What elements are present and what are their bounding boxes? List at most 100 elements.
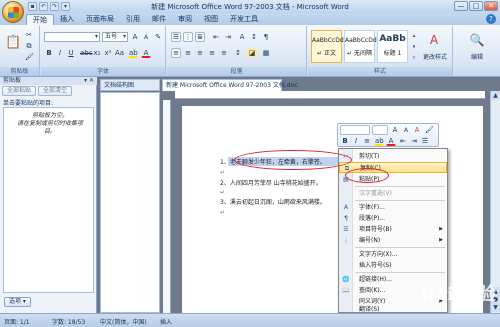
mini-format-painter-icon[interactable]: 🖌: [424, 125, 434, 135]
tab-mailings[interactable]: 邮件: [146, 14, 172, 25]
superscript-icon[interactable]: x²: [103, 48, 113, 58]
mini-increase-indent-icon[interactable]: ⇥: [409, 136, 419, 146]
pane-close-icon[interactable]: ▾ ✕: [84, 77, 94, 85]
close-button[interactable]: ✕: [484, 1, 498, 11]
tab-insert[interactable]: 插入: [54, 14, 80, 25]
status-page[interactable]: 页面: 1/1: [4, 317, 30, 326]
font-name-dropdown[interactable]: [44, 32, 100, 42]
mini-font-color-icon[interactable]: A: [386, 136, 396, 146]
menu-separator: [355, 186, 445, 187]
menu-item-bullets[interactable]: ☰ 项目符号(B) ▶: [339, 224, 447, 235]
format-painter-icon[interactable]: 🖌: [24, 52, 34, 62]
borders-icon[interactable]: ▦: [261, 48, 271, 58]
redo-icon[interactable]: ↷: [50, 2, 59, 11]
style-normal[interactable]: AaBbCcDd ↵ 正文: [311, 30, 344, 63]
document-line-2[interactable]: 2、人间四月芳菲尽 山寺桃花始盛开。: [220, 178, 322, 187]
tab-view[interactable]: 视图: [198, 14, 224, 25]
font-size-dropdown[interactable]: 五号: [102, 32, 128, 42]
mini-font-dropdown[interactable]: [340, 125, 370, 135]
change-styles-icon[interactable]: A: [424, 31, 444, 49]
tab-review[interactable]: 审阅: [172, 14, 198, 25]
tab-page-layout[interactable]: 页面布局: [80, 14, 120, 25]
minimize-button[interactable]: —: [454, 1, 468, 11]
shrink-font-icon[interactable]: A: [141, 32, 151, 42]
status-words[interactable]: 字数: 18/53: [52, 317, 85, 326]
menu-item-font[interactable]: A 字体(F)...: [339, 202, 447, 213]
menu-item-insert-symbol[interactable]: 插入符号(S): [339, 260, 447, 271]
align-right-icon[interactable]: ≡: [195, 48, 205, 58]
underline-icon[interactable]: U: [66, 48, 76, 58]
line-spacing-icon[interactable]: ↕: [233, 48, 243, 58]
ribbon: 📋 ✂ ⧉ 🖌 剪贴板 五号 A A ✎ B I U abc x₂ x² Aa …: [0, 25, 500, 77]
increase-indent-icon[interactable]: ⇥: [223, 32, 233, 42]
change-case-icon[interactable]: Aa: [114, 48, 124, 58]
save-icon[interactable]: ▪: [28, 2, 37, 11]
clear-all-button[interactable]: 全部清空: [38, 86, 73, 96]
styles-scroll-icon[interactable]: ▴ ▾ ▿: [410, 30, 418, 63]
align-left-icon[interactable]: ≡: [171, 48, 181, 58]
horizontal-ruler[interactable]: [175, 91, 485, 99]
styles-group: AaBbCcDd ↵ 正文 AaBbCcDd ↵ 无间隔 AaBb 标题 1 ▴…: [308, 26, 453, 76]
menu-item-paragraph[interactable]: ¶ 段落(P)...: [339, 213, 447, 224]
mini-italic-icon[interactable]: I: [351, 136, 361, 146]
tab-developer[interactable]: 开发工具: [224, 14, 264, 25]
vertical-ruler[interactable]: [163, 100, 171, 313]
mini-size-dropdown[interactable]: [372, 125, 388, 135]
numbering-icon[interactable]: ⋮: [183, 32, 193, 42]
tab-document[interactable]: 新建 Microsoft Office Word 97-2003 文档.doc: [162, 79, 298, 91]
style-no-spacing[interactable]: AaBbCcDd ↵ 无间隔: [344, 30, 377, 63]
window-title: 新建 Microsoft Office Word 97-2003 文档 - Mi…: [151, 3, 349, 11]
bullets-icon[interactable]: ☰: [171, 32, 181, 42]
multilevel-list-icon[interactable]: ≣: [195, 32, 205, 42]
menu-item-cut[interactable]: ✂ 剪切(T): [339, 151, 447, 162]
options-button[interactable]: 选项 ▾: [4, 297, 31, 307]
font-color-icon[interactable]: A: [141, 48, 151, 58]
office-button[interactable]: [2, 1, 24, 23]
bold-icon[interactable]: B: [44, 48, 54, 58]
mini-center-icon[interactable]: ≡: [362, 136, 372, 146]
grow-font-icon[interactable]: A: [130, 32, 140, 42]
copy-icon[interactable]: ⧉: [24, 41, 34, 51]
mini-decrease-indent-icon[interactable]: ⇤: [398, 136, 408, 146]
shading-icon[interactable]: ◪: [247, 48, 257, 58]
mini-shrink-font-icon[interactable]: A: [401, 125, 411, 135]
highlight-icon[interactable]: ab: [128, 48, 138, 58]
status-mode[interactable]: 插入: [160, 317, 172, 326]
undo-icon[interactable]: ↶: [39, 2, 48, 11]
strikethrough-icon[interactable]: abc: [79, 48, 93, 58]
tab-home[interactable]: 开始: [26, 14, 54, 25]
tab-document-map[interactable]: 文档结构图: [100, 79, 160, 91]
menu-item-numbering[interactable]: ⋮ 编号(N) ▶: [339, 235, 447, 246]
maximize-button[interactable]: □: [469, 1, 483, 11]
mini-bold-icon[interactable]: B: [340, 136, 350, 146]
document-map-panel[interactable]: [100, 92, 160, 313]
cut-icon[interactable]: ✂: [24, 30, 34, 40]
sort-icon[interactable]: ↕: [249, 32, 259, 42]
mini-grow-font-icon[interactable]: A: [390, 125, 400, 135]
align-center-icon[interactable]: ≡: [183, 48, 193, 58]
subscript-icon[interactable]: x₂: [92, 48, 102, 58]
style-heading-1[interactable]: AaBb 标题 1: [377, 30, 408, 63]
clear-format-icon[interactable]: ✎: [153, 32, 163, 42]
distributed-icon[interactable]: ≡: [219, 48, 229, 58]
menu-item-reconvert[interactable]: 汉字重选(V): [339, 188, 447, 199]
italic-icon[interactable]: I: [55, 48, 65, 58]
status-language[interactable]: 中文(简体，中国): [100, 317, 147, 326]
help-icon[interactable]: ?: [486, 14, 496, 24]
menu-item-text-direction[interactable]: 文字方向(X)...: [339, 249, 447, 260]
tab-references[interactable]: 引用: [120, 14, 146, 25]
find-icon[interactable]: 🔍: [468, 31, 486, 49]
dropdown-icon[interactable]: ▾: [61, 2, 70, 11]
paste-all-button[interactable]: 全部粘贴: [2, 86, 37, 96]
decrease-indent-icon[interactable]: ⇤: [211, 32, 221, 42]
chinese-layout-icon[interactable]: A: [237, 32, 247, 42]
paste-icon[interactable]: 📋: [4, 30, 21, 54]
document-line-3[interactable]: 3、溪云初起日沉阁，山雨欲来风满楼。: [220, 197, 326, 206]
mini-bullets-icon[interactable]: ☰: [420, 136, 430, 146]
scroll-up-icon[interactable]: ▲: [491, 91, 500, 100]
justify-icon[interactable]: ≡: [207, 48, 217, 58]
mini-highlight-icon[interactable]: ab: [374, 136, 384, 146]
clipboard-list[interactable]: 剪贴板为空。 请在复制或剪切时收集项目。: [3, 107, 94, 293]
mini-styles-icon[interactable]: A: [412, 125, 422, 135]
show-marks-icon[interactable]: ¶: [261, 32, 271, 42]
